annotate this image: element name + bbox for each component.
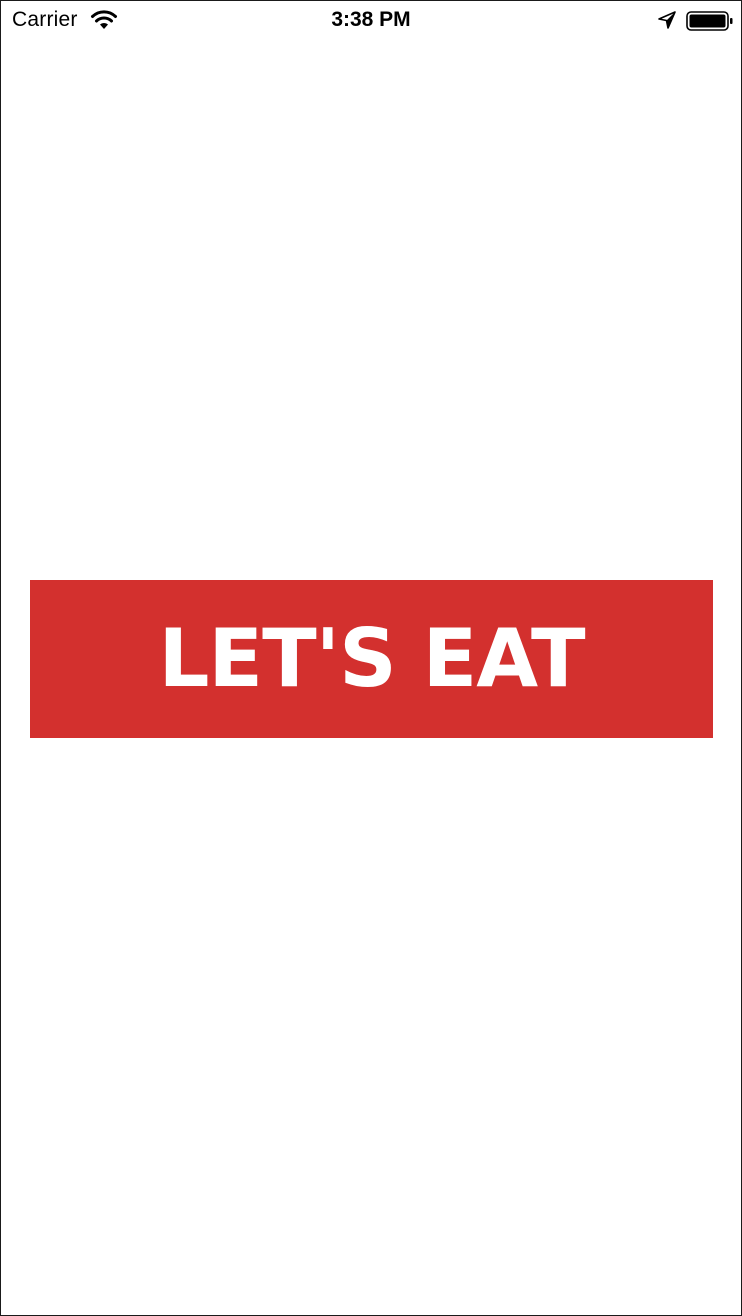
status-time: 3:38 PM [331,8,411,31]
lets-eat-button[interactable]: LET'S EAT [30,580,713,738]
status-bar: Carrier 3:38 PM [1,1,741,41]
location-arrow-icon [658,11,676,29]
battery-full-icon [686,11,733,31]
app-screen: Carrier 3:38 PM LET'S EAT [0,0,742,1316]
